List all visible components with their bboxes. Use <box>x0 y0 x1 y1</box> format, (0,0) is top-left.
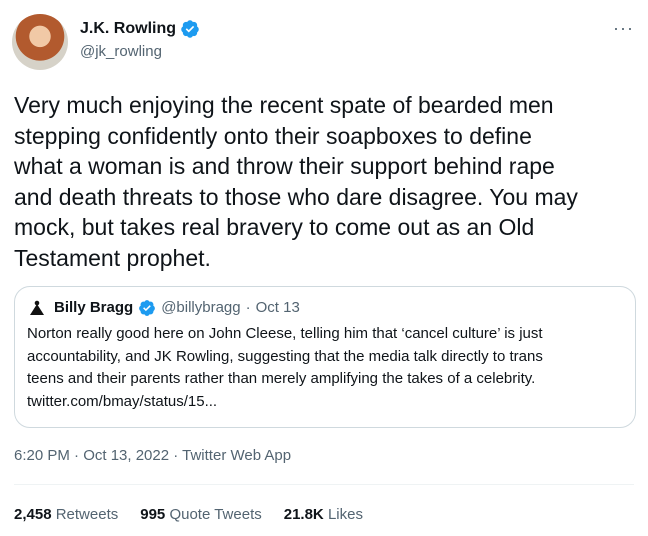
quote-tweets-count: 995 <box>140 506 166 523</box>
quoted-tweet-header: Billy Bragg @billybragg · Oct 13 <box>27 298 623 318</box>
author-handle[interactable]: @jk_rowling <box>80 42 200 62</box>
tweet-text: Very much enjoying the recent spate of b… <box>14 92 578 271</box>
quoted-verified-badge-icon <box>139 300 156 316</box>
likes-label: Likes <box>327 506 363 523</box>
quoted-tweet-text: Norton really good here on John Cleese, … <box>27 325 543 410</box>
quoted-author-display-name[interactable]: Billy Bragg <box>54 298 133 318</box>
likes-stat[interactable]: 21.8K Likes <box>284 505 363 525</box>
divider <box>14 484 634 485</box>
engagement-stats: 2,458 Retweets 995 Quote Tweets 21.8K Li… <box>14 505 363 525</box>
verified-badge-icon <box>181 20 199 38</box>
retweets-label: Retweets <box>55 506 119 523</box>
quote-tweets-label: Quote Tweets <box>169 506 262 523</box>
quoted-date[interactable]: Oct 13 <box>256 298 300 318</box>
likes-count: 21.8K <box>283 506 324 523</box>
quoted-separator: · <box>245 299 251 316</box>
author-avatar[interactable] <box>12 14 68 70</box>
author-display-name[interactable]: J.K. Rowling <box>80 19 176 39</box>
retweets-stat[interactable]: 2,458 Retweets <box>14 505 118 525</box>
quoted-tweet[interactable]: Billy Bragg @billybragg · Oct 13 Norton … <box>14 286 636 428</box>
author-block: J.K. Rowling @jk_rowling <box>80 19 200 62</box>
retweets-count: 2,458 <box>14 506 52 523</box>
quoted-avatar-icon <box>27 298 47 318</box>
quoted-author-avatar[interactable] <box>27 298 47 318</box>
quoted-author-handle[interactable]: @billybragg <box>161 298 240 318</box>
tweet-metadata[interactable]: 6:20 PM · Oct 13, 2022 · Twitter Web App <box>14 446 291 466</box>
more-options-icon[interactable]: ··· <box>613 18 634 39</box>
quote-tweets-stat[interactable]: 995 Quote Tweets <box>140 505 261 525</box>
